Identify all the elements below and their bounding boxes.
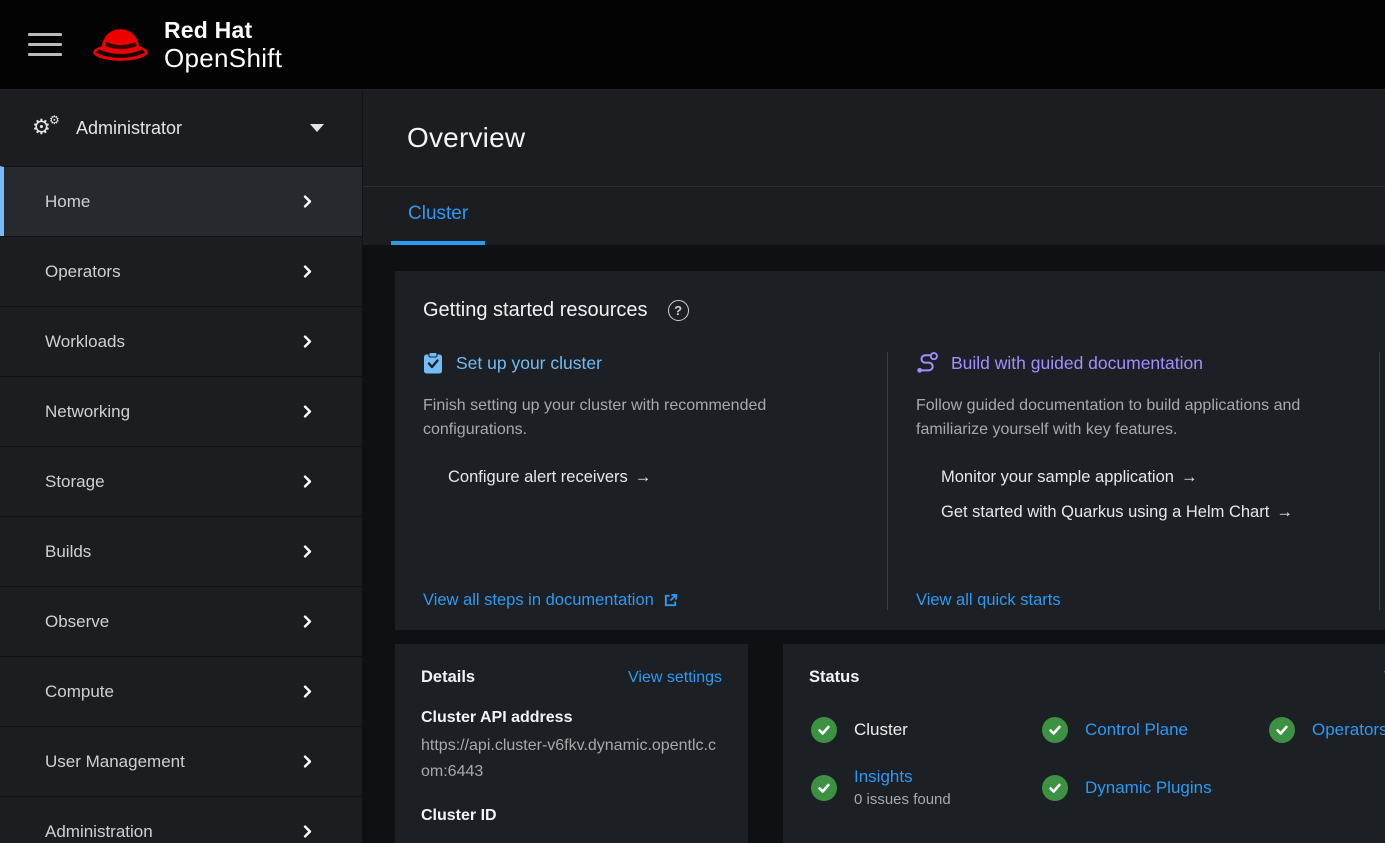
cogs-icon: ⚙⚙ (32, 117, 62, 139)
logo-text-redhat: Red Hat (164, 19, 282, 42)
chevron-right-icon (301, 405, 314, 418)
help-icon[interactable]: ? (668, 300, 689, 321)
view-all-quick-starts-link[interactable]: View all quick starts (916, 591, 1351, 610)
sidebar-item-workloads[interactable]: Workloads (0, 306, 362, 376)
arrow-right-icon (1174, 468, 1198, 486)
sidebar-item-storage[interactable]: Storage (0, 446, 362, 516)
chevron-right-icon (301, 545, 314, 558)
dynamic-plugins-link[interactable]: Dynamic Plugins (1085, 778, 1212, 798)
sidebar-item-administration[interactable]: Administration (0, 796, 362, 843)
operators-link[interactable]: Operators (1312, 720, 1385, 740)
status-item-operators: Operators (1269, 717, 1385, 743)
external-link-icon (663, 593, 678, 608)
perspective-label: Administrator (76, 118, 310, 139)
chevron-right-icon (301, 755, 314, 768)
page-title: Overview (407, 122, 525, 154)
status-label-cluster: Cluster (854, 720, 908, 740)
setup-cluster-section: Set up your cluster Finish setting up yo… (395, 352, 887, 610)
redhat-fedora-icon (90, 23, 154, 67)
guided-documentation-link[interactable]: Build with guided documentation (951, 353, 1203, 374)
success-check-icon (811, 775, 837, 801)
status-card: Status View alerts Cluster (783, 644, 1385, 843)
tab-cluster[interactable]: Cluster (391, 187, 485, 245)
control-plane-link[interactable]: Control Plane (1085, 720, 1188, 740)
setup-cluster-link[interactable]: Set up your cluster (456, 353, 602, 374)
guided-documentation-section: Build with guided documentation Follow g… (887, 352, 1379, 610)
menu-toggle-icon[interactable] (28, 26, 64, 63)
status-item-insights: Insights 0 issues found (811, 767, 1042, 808)
getting-started-title: Getting started resources (423, 299, 648, 322)
redhat-openshift-logo: Red Hat OpenShift (90, 19, 282, 71)
cluster-api-address-label: Cluster API address (421, 709, 722, 727)
caret-down-icon (310, 124, 324, 132)
success-check-icon (811, 717, 837, 743)
getting-started-card: Getting started resources ? Set up your … (395, 271, 1385, 630)
view-settings-link[interactable]: View settings (628, 669, 722, 687)
sidebar-item-observe[interactable]: Observe (0, 586, 362, 656)
sidebar-nav: ⚙⚙ Administrator Home Operators Workload… (0, 90, 363, 843)
details-card-title: Details (421, 668, 475, 687)
view-all-steps-link[interactable]: View all steps in documentation (423, 591, 859, 610)
overview-dashboard: Getting started resources ? Set up your … (363, 245, 1385, 843)
sidebar-item-compute[interactable]: Compute (0, 656, 362, 726)
configure-alert-receivers-link[interactable]: Configure alert receivers (448, 468, 859, 487)
status-item-dynamic-plugins: Dynamic Plugins (1042, 775, 1269, 801)
cluster-id-label: Cluster ID (421, 807, 722, 825)
page-header: Overview (363, 90, 1385, 186)
tab-bar: Cluster (363, 187, 1385, 245)
insights-issues-count: 0 issues found (854, 791, 951, 808)
logo-text-openshift: OpenShift (164, 45, 282, 71)
insights-link[interactable]: Insights (854, 767, 951, 787)
sidebar-item-builds[interactable]: Builds (0, 516, 362, 586)
chevron-right-icon (301, 195, 314, 208)
quarkus-helm-chart-link[interactable]: Get started with Quarkus using a Helm Ch… (941, 503, 1351, 522)
success-check-icon (1269, 717, 1295, 743)
guided-documentation-description: Follow guided documentation to build app… (916, 394, 1351, 442)
success-check-icon (1042, 775, 1068, 801)
cluster-api-address-value: https://api.cluster-v6fkv.dynamic.opentl… (421, 733, 722, 785)
arrow-right-icon (1269, 503, 1293, 521)
sidebar-item-user-management[interactable]: User Management (0, 726, 362, 796)
arrow-right-icon (628, 468, 652, 486)
chevron-right-icon (301, 825, 314, 838)
chevron-right-icon (301, 265, 314, 278)
status-item-control-plane: Control Plane (1042, 717, 1269, 743)
chevron-right-icon (301, 475, 314, 488)
sidebar-item-home[interactable]: Home (0, 166, 362, 236)
masthead: Red Hat OpenShift (0, 0, 1385, 90)
route-icon (916, 352, 938, 374)
setup-cluster-description: Finish setting up your cluster with reco… (423, 394, 859, 442)
clipboard-check-icon (423, 352, 443, 374)
status-item-cluster: Cluster (811, 717, 1042, 743)
chevron-right-icon (301, 685, 314, 698)
main-content: Overview Cluster Getting started resourc… (363, 90, 1385, 843)
success-check-icon (1042, 717, 1068, 743)
sidebar-item-networking[interactable]: Networking (0, 376, 362, 446)
chevron-right-icon (301, 615, 314, 628)
sidebar-item-operators[interactable]: Operators (0, 236, 362, 306)
details-card: Details View settings Cluster API addres… (395, 644, 748, 843)
monitor-sample-application-link[interactable]: Monitor your sample application (941, 468, 1351, 487)
chevron-right-icon (301, 335, 314, 348)
getting-started-overflow-column (1379, 352, 1385, 610)
status-card-title: Status (809, 668, 859, 687)
perspective-switcher[interactable]: ⚙⚙ Administrator (0, 90, 362, 166)
